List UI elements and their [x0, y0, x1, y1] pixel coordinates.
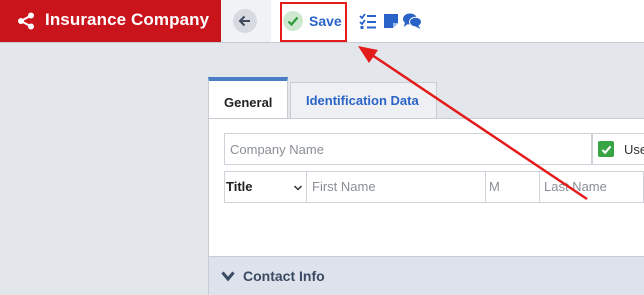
annotation-highlight-box	[280, 2, 347, 42]
tab-general[interactable]: General	[208, 77, 288, 119]
middle-initial-field[interactable]: M	[486, 172, 540, 202]
middle-initial-placeholder: M	[489, 179, 500, 194]
person-name-row: Title First Name M Last Name	[224, 171, 644, 203]
contact-info-title: Contact Info	[243, 268, 325, 284]
first-name-placeholder: First Name	[312, 179, 376, 194]
comments-icon[interactable]	[402, 12, 422, 30]
last-name-field[interactable]: Last Name	[540, 172, 644, 202]
back-button[interactable]	[233, 9, 257, 33]
checklist-icon[interactable]	[359, 12, 377, 30]
first-name-field[interactable]: First Name	[307, 172, 486, 202]
title-select[interactable]: Title	[225, 172, 307, 202]
use-checkbox-label: Use	[624, 142, 644, 157]
use-checkbox-group: Use	[592, 133, 644, 165]
title-select-value: Title	[226, 179, 253, 194]
app-brand-bar: Insurance Company	[0, 0, 221, 42]
chevron-down-icon	[293, 185, 303, 191]
check-icon	[601, 145, 611, 154]
app-title: Insurance Company	[45, 10, 210, 29]
note-icon[interactable]	[382, 12, 400, 30]
tab-general-label: General	[224, 95, 273, 110]
arrow-left-icon	[238, 15, 250, 27]
company-name-placeholder: Company Name	[230, 142, 324, 157]
use-checkbox[interactable]	[598, 141, 614, 157]
tab-identification-data-label: Identification Data	[306, 93, 419, 108]
company-name-field[interactable]: Company Name	[224, 133, 592, 165]
chevron-down-icon	[221, 271, 235, 282]
tab-identification-data[interactable]: Identification Data	[290, 82, 437, 118]
share-icon[interactable]	[17, 12, 35, 30]
last-name-placeholder: Last Name	[544, 179, 607, 194]
contact-info-section-header[interactable]: Contact Info	[209, 256, 644, 295]
